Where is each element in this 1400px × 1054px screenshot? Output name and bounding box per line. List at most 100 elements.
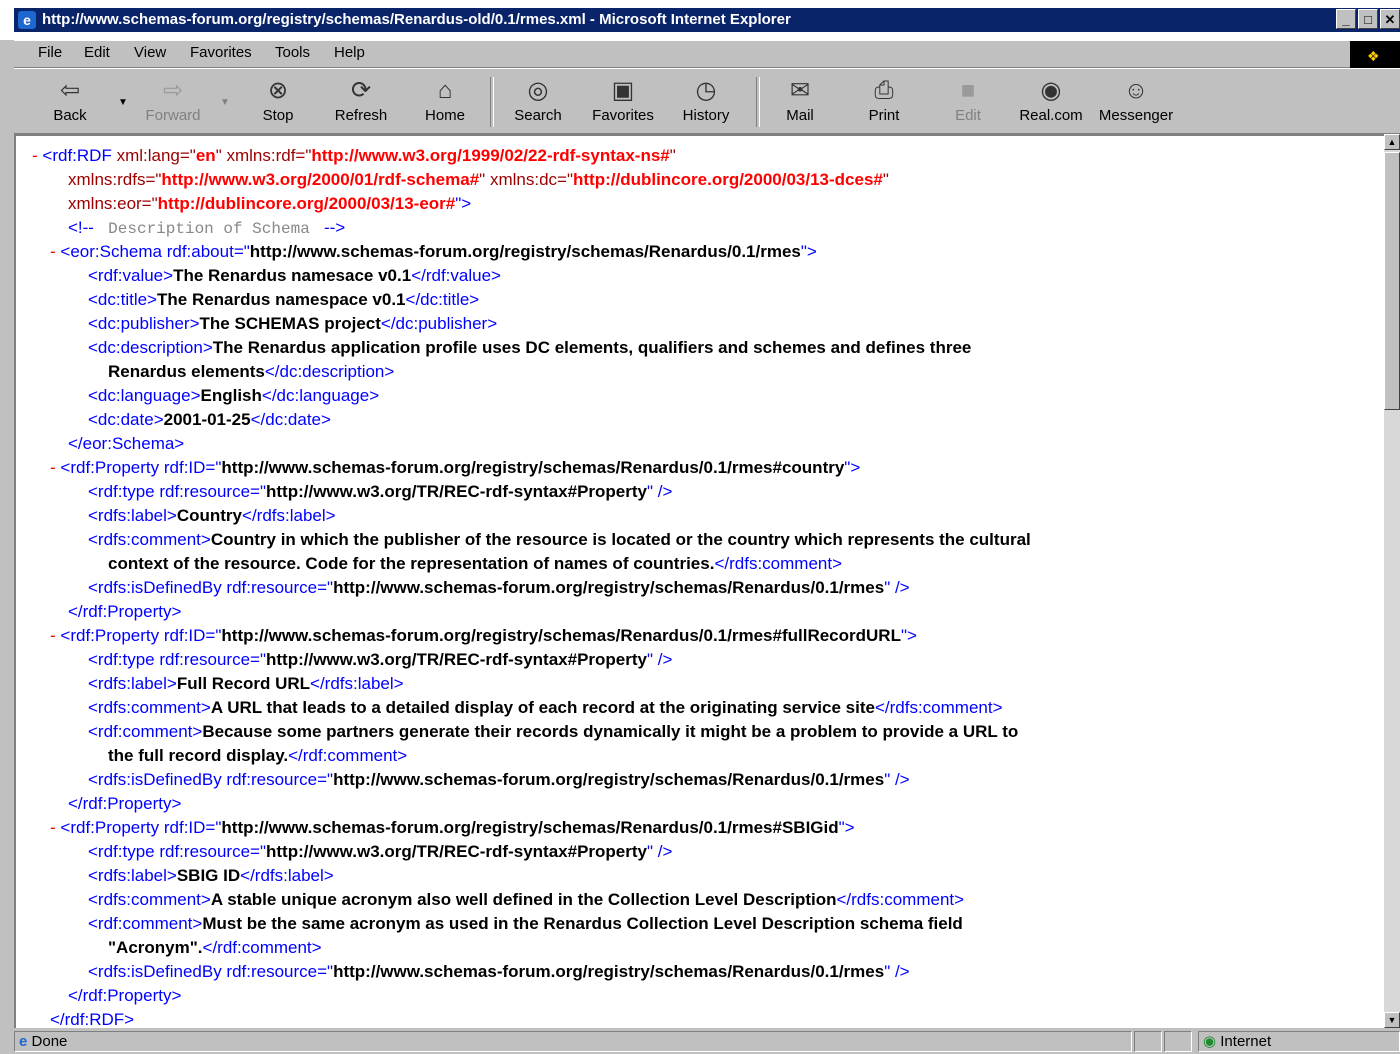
xml-tag: <rdfs:label> xyxy=(88,866,177,885)
xml-tag: "> xyxy=(838,818,855,837)
home-button[interactable]: ⌂ Home xyxy=(422,75,468,124)
collapse-toggle[interactable]: - xyxy=(50,458,56,477)
collapse-toggle[interactable]: - xyxy=(50,242,56,261)
menu-edit[interactable]: Edit xyxy=(84,44,110,61)
collapse-toggle[interactable]: - xyxy=(50,626,56,645)
xml-line: xmlns:eor="http://dublincore.org/2000/03… xyxy=(68,192,471,216)
xml-tag: " /> xyxy=(884,770,910,789)
xml-tag: <rdf:Property rdf:ID=" xyxy=(60,818,222,837)
history-label: History xyxy=(682,107,730,124)
messenger-icon: ☺ xyxy=(1123,77,1149,104)
xml-tag: </rdf:value> xyxy=(411,266,501,285)
xml-tag: </rdf:comment> xyxy=(202,938,322,957)
scroll-up-icon[interactable]: ▲ xyxy=(1384,134,1400,150)
xml-attr-value: http://www.w3.org/TR/REC-rdf-syntax#Prop… xyxy=(266,842,647,861)
minimize-button[interactable]: _ xyxy=(1336,9,1356,29)
xml-attr-value: http://www.schemas-forum.org/registry/sc… xyxy=(333,578,885,597)
xml-text: The Renardus application profile uses DC… xyxy=(212,338,972,357)
xml-comment-line: <!-- Description of Schema --> xyxy=(68,216,345,241)
mail-icon: ✉ xyxy=(789,77,811,104)
xml-line: <rdfs:label>Country</rdfs:label> xyxy=(88,504,336,528)
window-title: http://www.schemas-forum.org/registry/sc… xyxy=(14,8,1400,32)
xml-attr-value: http://www.w3.org/TR/REC-rdf-syntax#Prop… xyxy=(266,482,647,501)
xml-line: context of the resource. Code for the re… xyxy=(108,552,842,576)
xml-line: - <rdf:Property rdf:ID="http://www.schem… xyxy=(50,816,855,840)
realcom-icon: ◉ xyxy=(1040,77,1062,104)
xml-line: <rdfs:isDefinedBy rdf:resource="http://w… xyxy=(88,768,910,792)
menu-view[interactable]: View xyxy=(134,44,166,61)
xml-line: <rdf:type rdf:resource="http://www.w3.or… xyxy=(88,648,672,672)
stop-label: Stop xyxy=(262,107,294,124)
page-icon: e xyxy=(19,1033,28,1050)
menu-file[interactable]: File xyxy=(38,44,62,61)
xml-line: <rdfs:label>SBIG ID</rdfs:label> xyxy=(88,864,334,888)
status-pane xyxy=(1134,1031,1162,1052)
maximize-button[interactable]: □ xyxy=(1358,9,1378,29)
print-button[interactable]: ⎙ Print xyxy=(862,75,906,124)
print-icon: ⎙ xyxy=(874,77,894,104)
xml-tag: </dc:publisher> xyxy=(380,314,498,333)
mail-button[interactable]: ✉ Mail xyxy=(776,75,824,124)
scroll-down-icon[interactable]: ▼ xyxy=(1384,1012,1400,1028)
collapse-toggle[interactable]: - xyxy=(50,818,56,837)
xml-line: <dc:language>English</dc:language> xyxy=(88,384,379,408)
xml-comment-marker: --> xyxy=(323,218,346,237)
xml-tag: "> xyxy=(800,242,817,261)
xml-line: - <rdf:Property rdf:ID="http://www.schem… xyxy=(50,456,860,480)
xml-line: - <eor:Schema rdf:about="http://www.sche… xyxy=(50,240,817,264)
edit-button[interactable]: ■ Edit xyxy=(948,75,988,124)
xml-tag: </dc:title> xyxy=(405,290,480,309)
menu-tools[interactable]: Tools xyxy=(275,44,310,61)
xml-line: xmlns:rdfs="http://www.w3.org/2000/01/rd… xyxy=(68,168,889,192)
status-zone: ◉ Internet xyxy=(1198,1031,1400,1052)
status-pane xyxy=(1164,1031,1192,1052)
xml-line: <rdfs:isDefinedBy rdf:resource="http://w… xyxy=(88,576,910,600)
xml-attr-value: http://dublincore.org/2000/03/13-dces# xyxy=(573,170,883,189)
xml-tag: </rdfs:comment> xyxy=(714,554,843,573)
xml-attr-value: http://www.schemas-forum.org/registry/sc… xyxy=(249,242,801,261)
xml-text: "Acronym". xyxy=(108,938,203,957)
forward-dropdown-icon[interactable]: ▼ xyxy=(220,97,230,108)
xml-text: The Renardus namesace v0.1 xyxy=(173,266,412,285)
menu-help[interactable]: Help xyxy=(334,44,365,61)
xml-tag: " /> xyxy=(646,842,673,861)
xml-line: <rdf:comment>Must be the same acronym as… xyxy=(88,912,963,936)
refresh-button[interactable]: ⟳ Refresh xyxy=(330,75,392,124)
back-dropdown-icon[interactable]: ▼ xyxy=(118,97,128,108)
back-button[interactable]: ⇦ Back xyxy=(50,75,90,124)
xml-tag: <rdfs:isDefinedBy rdf:resource=" xyxy=(88,770,334,789)
stop-button[interactable]: ⊗ Stop xyxy=(256,75,300,124)
search-label: Search xyxy=(514,107,562,124)
realcom-button[interactable]: ◉ Real.com xyxy=(1018,75,1084,124)
xml-tag: " /> xyxy=(884,578,910,597)
history-button[interactable]: ◷ History xyxy=(680,75,732,124)
favorites-button[interactable]: ▣ Favorites xyxy=(588,75,658,124)
menu-favorites[interactable]: Favorites xyxy=(190,44,252,61)
xml-tag: <dc:title> xyxy=(88,290,157,309)
zone-text: Internet xyxy=(1220,1033,1272,1050)
scroll-thumb[interactable] xyxy=(1384,152,1400,410)
xml-attr: xmlns:rdf=" xyxy=(226,146,312,165)
vertical-scrollbar[interactable]: ▲ ▼ xyxy=(1384,134,1400,1028)
messenger-button[interactable]: ☺ Messenger xyxy=(1098,75,1174,124)
close-button[interactable]: ✕ xyxy=(1380,9,1400,29)
xml-tag: <rdfs:label> xyxy=(88,506,177,525)
xml-line: <dc:date>2001-01-25</dc:date> xyxy=(88,408,331,432)
xml-line: </eor:Schema> xyxy=(68,432,184,456)
toolbar: ⇦ Back ▼ ⇨ Forward ▼ ⊗ Stop ⟳ Refresh ⌂ … xyxy=(14,68,1400,134)
xml-tag: <rdfs:comment> xyxy=(88,890,211,909)
xml-tag: <rdfs:isDefinedBy rdf:resource=" xyxy=(88,578,334,597)
stop-icon: ⊗ xyxy=(267,77,289,104)
xml-line: Renardus elements</dc:description> xyxy=(108,360,394,384)
back-label: Back xyxy=(53,107,87,124)
xml-attr-value: http://www.schemas-forum.org/registry/sc… xyxy=(221,626,901,645)
xml-tag: "> xyxy=(844,458,861,477)
xml-tag: <dc:date> xyxy=(88,410,164,429)
search-button[interactable]: ◎ Search xyxy=(510,75,566,124)
forward-button[interactable]: ⇨ Forward xyxy=(142,75,204,124)
home-label: Home xyxy=(424,107,465,124)
toolbar-separator xyxy=(490,77,494,127)
xml-text: SBIG ID xyxy=(176,866,241,885)
xml-text: Because some partners generate their rec… xyxy=(202,722,1019,741)
collapse-toggle[interactable]: - xyxy=(32,146,38,165)
